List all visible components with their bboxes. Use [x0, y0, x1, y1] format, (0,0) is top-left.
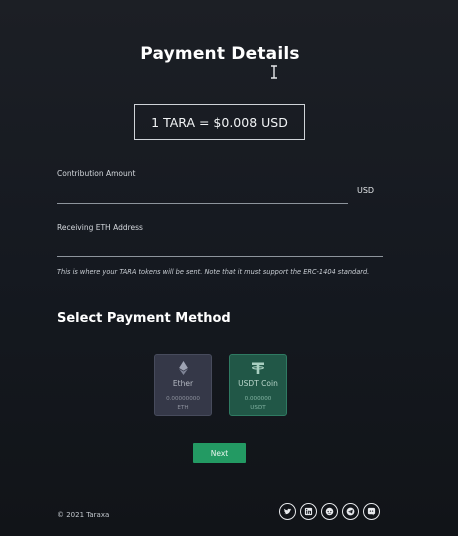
reddit-icon [325, 507, 334, 516]
tether-icon [252, 362, 264, 374]
exchange-rate-text: 1 TARA = $0.008 USD [151, 114, 288, 130]
copyright-text: © 2021 Taraxa [57, 511, 110, 519]
exchange-rate-box: 1 TARA = $0.008 USD [134, 104, 305, 140]
linkedin-link[interactable] [300, 503, 317, 520]
contribution-amount-label: Contribution Amount [57, 169, 136, 178]
contribution-amount-input[interactable] [57, 184, 348, 202]
twitter-link[interactable] [279, 503, 296, 520]
discord-link[interactable] [363, 503, 380, 520]
payment-option-name: Ether [172, 379, 194, 388]
eth-address-underline [57, 256, 383, 257]
telegram-link[interactable] [342, 503, 359, 520]
twitter-icon [283, 508, 292, 515]
reddit-link[interactable] [321, 503, 338, 520]
payment-option-name: USDT Coin [238, 379, 278, 388]
page-title: Payment Details [140, 44, 300, 64]
telegram-icon [346, 507, 355, 516]
payment-method-title: Select Payment Method [57, 311, 231, 326]
text-cursor-icon [271, 65, 277, 79]
payment-option-amount: 0.000000 USDT [244, 396, 272, 411]
ethereum-icon [178, 361, 188, 375]
payment-option-usdt[interactable]: USDT Coin 0.000000 USDT [229, 354, 287, 416]
eth-address-label: Receiving ETH Address [57, 223, 143, 232]
payment-option-amount: 0.00000000 ETH [166, 396, 200, 411]
contribution-amount-underline [57, 203, 348, 204]
discord-icon [367, 507, 376, 516]
eth-address-hint: This is where your TARA tokens will be s… [57, 268, 370, 276]
linkedin-icon [304, 507, 313, 516]
payment-option-ether[interactable]: Ether 0.00000000 ETH [154, 354, 212, 416]
social-links [279, 503, 380, 520]
next-button[interactable]: Next [193, 443, 246, 463]
currency-unit-label: USD [357, 186, 375, 195]
eth-address-input[interactable] [57, 238, 383, 256]
